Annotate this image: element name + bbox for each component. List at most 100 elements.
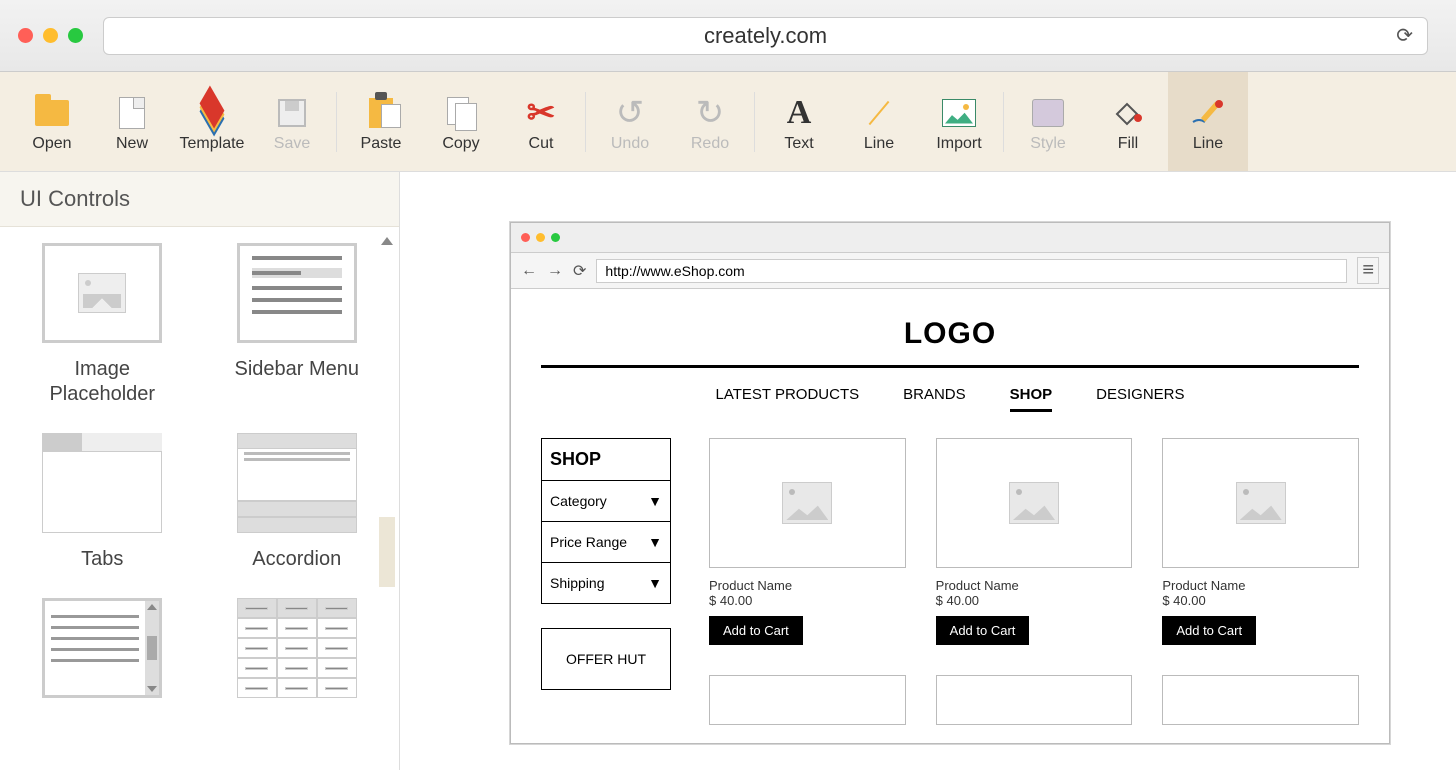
scroll-thumb[interactable] [379,517,395,587]
toolbar-divider [585,92,586,152]
open-button[interactable]: Open [12,72,92,171]
table-icon [237,598,357,698]
line-style-button[interactable]: Line [1168,72,1248,171]
tabs-icon [42,433,162,533]
add-to-cart-button[interactable]: Add to Cart [709,616,803,645]
redo-icon: ↻ [696,93,725,133]
address-text: creately.com [704,23,827,49]
template-button[interactable]: Template [172,72,252,171]
filter-shipping[interactable]: Shipping▼ [541,563,671,604]
mockup-product-grid: Product Name $ 40.00 Add to Cart Product… [709,438,1359,725]
close-window-icon[interactable] [18,28,33,43]
window-controls [18,28,83,43]
product-card[interactable]: Product Name $ 40.00 Add to Cart [709,438,906,645]
paste-icon [369,98,393,128]
chevron-down-icon: ▼ [648,575,662,591]
add-to-cart-button[interactable]: Add to Cart [936,616,1030,645]
line-icon [869,100,890,124]
address-bar[interactable]: creately.com ⟳ [103,17,1428,55]
template-icon [196,99,228,127]
reload-icon[interactable]: ⟳ [1396,23,1413,48]
listbox-icon [45,601,159,695]
image-placeholder-icon [782,482,832,524]
mockup-close-icon [521,233,530,242]
maximize-window-icon[interactable] [68,28,83,43]
palette-item-accordion[interactable]: Accordion [215,433,380,572]
reload-icon[interactable]: ⟳ [573,261,586,281]
mockup-nav: LATEST PRODUCTS BRANDS SHOP DESIGNERS [541,368,1359,438]
main-area: UI Controls Image Placeholder Sidebar Me… [0,172,1456,770]
nav-latest-products[interactable]: LATEST PRODUCTS [715,386,859,412]
import-icon [942,99,976,127]
copy-button[interactable]: Copy [421,72,501,171]
mockup-address-bar: ← → ⟳ ≡ [511,253,1389,289]
add-to-cart-button[interactable]: Add to Cart [1162,616,1256,645]
style-icon [1032,99,1064,127]
mockup-shop-sidebar: SHOP Category▼ Price Range▼ Shipping▼ OF… [541,438,671,725]
text-tool-button[interactable]: A Text [759,72,839,171]
style-button[interactable]: Style [1008,72,1088,171]
hamburger-icon[interactable]: ≡ [1357,257,1379,284]
sidebar-menu-icon [240,246,354,340]
palette-item-listbox[interactable] [20,598,185,698]
mockup-minimize-icon [536,233,545,242]
nav-brands[interactable]: BRANDS [903,386,966,412]
minimize-window-icon[interactable] [43,28,58,43]
chevron-down-icon: ▼ [648,493,662,509]
cut-icon: ✂ [527,93,556,133]
fill-button[interactable]: Fill [1088,72,1168,171]
mockup-titlebar [511,223,1389,253]
copy-icon [447,97,475,129]
product-card[interactable] [1162,675,1359,725]
browser-chrome: creately.com ⟳ [0,0,1456,72]
mockup-browser-window[interactable]: ← → ⟳ ≡ LOGO LATEST PRODUCTS BRANDS SHOP… [510,222,1390,744]
product-card[interactable]: Product Name $ 40.00 Add to Cart [936,438,1133,645]
product-card[interactable] [936,675,1133,725]
sidebar-title: UI Controls [0,172,399,227]
image-placeholder-icon [1236,482,1286,524]
toolbar-divider [336,92,337,152]
filter-price-range[interactable]: Price Range▼ [541,522,671,563]
undo-button[interactable]: ↺ Undo [590,72,670,171]
back-icon[interactable]: ← [521,262,537,280]
product-card[interactable] [709,675,906,725]
cut-button[interactable]: ✂ Cut [501,72,581,171]
chevron-down-icon: ▼ [648,534,662,550]
nav-shop[interactable]: SHOP [1010,386,1053,412]
nav-designers[interactable]: DESIGNERS [1096,386,1184,412]
image-placeholder-icon [1009,482,1059,524]
filter-category[interactable]: Category▼ [541,481,671,522]
redo-button[interactable]: ↻ Redo [670,72,750,171]
text-icon: A [787,94,812,132]
shape-palette: Image Placeholder Sidebar Menu Tabs [0,227,399,770]
palette-item-table[interactable] [215,598,380,698]
sidebar: UI Controls Image Placeholder Sidebar Me… [0,172,400,770]
forward-icon[interactable]: → [547,262,563,280]
paste-button[interactable]: Paste [341,72,421,171]
product-card[interactable]: Product Name $ 40.00 Add to Cart [1162,438,1359,645]
mockup-maximize-icon [551,233,560,242]
toolbar: Open New Template Save Paste Copy ✂ Cut … [0,72,1456,172]
line-tool-button[interactable]: Line [839,72,919,171]
toolbar-divider [1003,92,1004,152]
palette-item-sidebar-menu[interactable]: Sidebar Menu [215,243,380,407]
palette-scrollbar[interactable] [381,237,393,760]
palette-item-tabs[interactable]: Tabs [20,433,185,572]
pencil-icon [1191,98,1225,128]
save-icon [278,99,306,127]
shop-heading: SHOP [541,438,671,481]
image-placeholder-icon [78,273,126,313]
mockup-page: LOGO LATEST PRODUCTS BRANDS SHOP DESIGNE… [511,289,1389,743]
mockup-logo: LOGO [541,307,1359,368]
import-button[interactable]: Import [919,72,999,171]
canvas[interactable]: ← → ⟳ ≡ LOGO LATEST PRODUCTS BRANDS SHOP… [400,172,1456,770]
toolbar-divider [754,92,755,152]
undo-icon: ↺ [616,93,645,133]
save-button[interactable]: Save [252,72,332,171]
scroll-up-icon[interactable] [381,237,393,245]
new-button[interactable]: New [92,72,172,171]
offer-hut: OFFER HUT [541,628,671,690]
mockup-url-input[interactable] [596,259,1347,283]
palette-item-image-placeholder[interactable]: Image Placeholder [20,243,185,407]
fill-icon [1113,100,1143,126]
